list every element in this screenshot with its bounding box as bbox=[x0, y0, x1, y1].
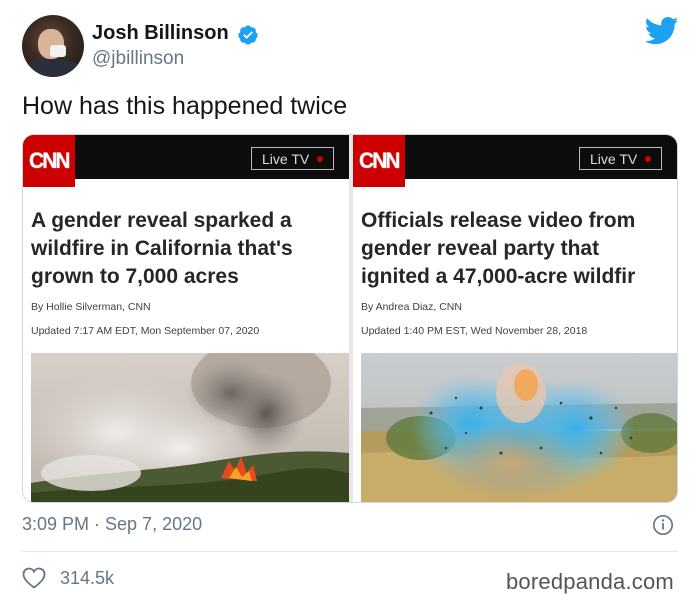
author-display-name[interactable]: Josh Billinson bbox=[92, 22, 229, 45]
cnn-logo: CNN bbox=[353, 135, 405, 187]
info-icon[interactable] bbox=[652, 514, 674, 536]
wildfire-smoke-photo bbox=[31, 353, 349, 502]
live-tv-button: Live TV bbox=[251, 147, 335, 170]
avatar[interactable] bbox=[22, 15, 84, 77]
article-screenshot-right: CNN Live TV Officials release video from… bbox=[353, 135, 677, 502]
live-tv-label: Live TV bbox=[590, 150, 638, 167]
article-headline: Officials release video from gender reve… bbox=[361, 209, 636, 288]
like-count: 314.5k bbox=[60, 568, 115, 588]
blue-powder-explosion-photo bbox=[361, 353, 677, 502]
article-screenshot-left: CNN Live TV A gender reveal sparked a wi… bbox=[23, 135, 349, 502]
tweet-text: How has this happened twice bbox=[22, 92, 348, 120]
article-updated: Updated 7:17 AM EDT, Mon September 07, 2… bbox=[31, 325, 260, 337]
article-updated: Updated 1:40 PM EST, Wed November 28, 20… bbox=[361, 325, 588, 337]
heart-icon[interactable] bbox=[22, 567, 46, 589]
attached-image[interactable]: CNN Live TV A gender reveal sparked a wi… bbox=[22, 134, 678, 503]
author-handle[interactable]: @jbillinson bbox=[92, 48, 184, 70]
verified-icon bbox=[238, 25, 258, 45]
article-headline: A gender reveal sparked a wildfire in Ca… bbox=[31, 209, 293, 288]
footer-divider bbox=[22, 551, 678, 552]
live-tv-button: Live TV bbox=[579, 147, 663, 170]
watermark: boredpanda.com bbox=[506, 569, 674, 594]
tweet-timestamp[interactable]: 3:09 PM · Sep 7, 2020 bbox=[22, 514, 202, 535]
live-tv-label: Live TV bbox=[262, 150, 310, 167]
article-byline: By Andrea Diaz, CNN bbox=[361, 301, 462, 313]
article-byline: By Hollie Silverman, CNN bbox=[31, 301, 151, 313]
live-dot-icon bbox=[317, 155, 324, 162]
cnn-logo: CNN bbox=[23, 135, 75, 187]
live-dot-icon bbox=[645, 155, 652, 162]
tweet-card: Josh Billinson @jbillinson How has this … bbox=[0, 0, 700, 606]
twitter-bird-icon[interactable] bbox=[645, 16, 679, 46]
